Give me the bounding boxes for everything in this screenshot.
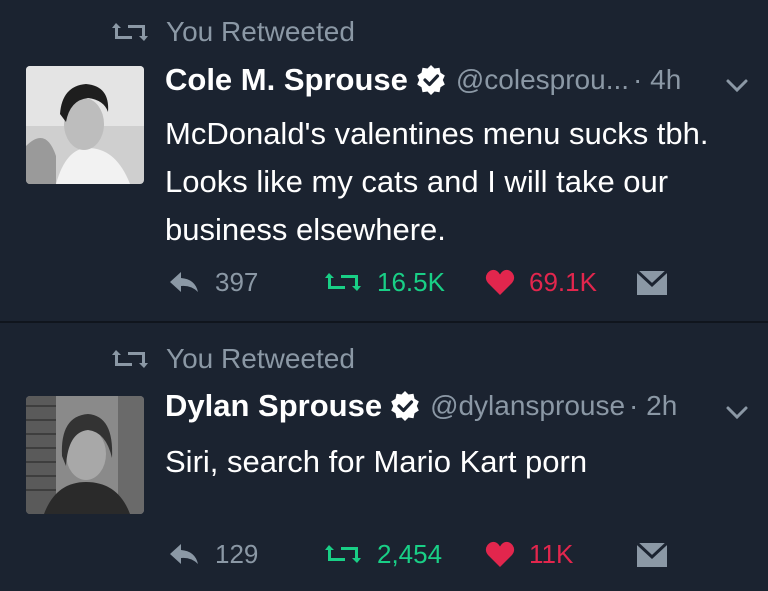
tweet-header: Dylan Sprouse @dylansprouse · 2h [165,388,677,424]
like-count: 69.1K [529,266,597,297]
reply-icon [170,272,198,292]
avatar[interactable] [26,396,144,514]
tweet[interactable]: You Retweeted Dylan Sprouse @dylansprous… [0,323,768,591]
reply-icon [170,544,198,564]
avatar[interactable] [26,66,144,184]
retweet-icon [112,350,148,368]
retweet-count: 2,454 [377,538,443,569]
retweet-icon [325,273,361,291]
tweet-text: McDonald's valentines menu sucks tbh. Lo… [165,116,709,247]
username-handle[interactable]: @dylansprouse [430,390,625,422]
tweet-text: Siri, search for Mario Kart porn [165,444,588,479]
tweet-header: Cole M. Sprouse @colesprou... · 4h [165,62,681,98]
verified-badge-icon [391,391,419,421]
retweet-button[interactable]: 16.5K [323,262,445,302]
reply-count: 129 [215,538,259,569]
timestamp[interactable]: · 4h [633,64,681,96]
tweet[interactable]: You Retweeted Cole M. Sprouse @colesprou… [0,0,768,322]
envelope-icon [635,269,669,295]
heart-icon [485,541,515,567]
retweet-count: 16.5K [377,266,445,297]
display-name[interactable]: Cole M. Sprouse [165,62,408,98]
verified-badge-icon [417,65,445,95]
like-button[interactable]: 69.1K [485,262,597,302]
retweet-icon [112,23,148,41]
username-handle[interactable]: @colesprou... [456,64,629,96]
retweet-label: You Retweeted [166,16,355,47]
retweet-indicator: You Retweeted [110,16,355,48]
display-name[interactable]: Dylan Sprouse [165,388,382,424]
chevron-down-icon[interactable] [724,403,750,423]
retweet-indicator: You Retweeted [110,343,355,375]
timestamp[interactable]: · 2h [629,390,677,422]
reply-count: 397 [215,266,259,297]
retweet-icon [325,545,361,563]
reply-button[interactable]: 397 [167,262,258,302]
like-button[interactable]: 11K [485,534,573,574]
heart-icon [485,269,515,295]
retweet-label: You Retweeted [166,343,355,374]
direct-message-button[interactable] [635,262,683,302]
chevron-down-icon[interactable] [724,76,750,96]
direct-message-button[interactable] [635,534,683,574]
like-count: 11K [529,538,574,569]
tweet-actions: 129 2,454 11K [165,534,725,574]
retweet-button[interactable]: 2,454 [323,534,442,574]
envelope-icon [635,541,669,567]
reply-button[interactable]: 129 [167,534,258,574]
tweet-actions: 397 16.5K 69.1K [165,262,725,302]
